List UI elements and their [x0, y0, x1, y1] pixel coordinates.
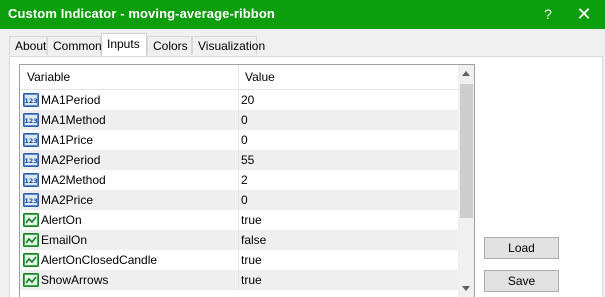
variable-value[interactable]: true [241, 213, 262, 227]
boolean-icon [23, 252, 39, 268]
variable-value[interactable]: false [241, 233, 266, 247]
table-row[interactable]: 123 MA1Method 0 [20, 110, 458, 130]
value-column-header[interactable]: Value [245, 70, 275, 84]
window-title: Custom Indicator - moving-average-ribbon [8, 6, 275, 21]
svg-text:123: 123 [24, 137, 38, 145]
tab-visualization[interactable]: Visualization [192, 36, 265, 55]
table-row[interactable]: 123 MA1Period 20 [20, 90, 458, 110]
svg-text:123: 123 [24, 177, 38, 185]
row-divider [238, 90, 239, 110]
table-row[interactable]: AlertOn true [20, 210, 458, 230]
variable-value[interactable]: true [241, 253, 262, 267]
variable-value[interactable]: 0 [241, 193, 248, 207]
table-row[interactable]: 123 MA2Price 0 [20, 190, 458, 210]
table-row[interactable]: 123 MA2Method 2 [20, 170, 458, 190]
row-divider [238, 110, 239, 130]
table-row[interactable]: EmailOn false [20, 230, 458, 250]
variable-value[interactable]: 0 [241, 133, 248, 147]
variable-value[interactable]: 2 [241, 173, 248, 187]
boolean-icon [23, 212, 39, 228]
close-button[interactable]: ✕ [563, 0, 605, 29]
svg-text:123: 123 [24, 97, 38, 105]
variable-name: MA1Period [41, 93, 101, 107]
save-button[interactable]: Save [484, 270, 559, 292]
tab-colors[interactable]: Colors [147, 36, 192, 55]
variable-name: MA2Price [41, 193, 94, 207]
row-divider [238, 190, 239, 210]
integer-icon: 123 [23, 192, 39, 208]
table-header: Variable Value [20, 65, 458, 90]
variable-name: AlertOn [41, 213, 82, 227]
vertical-scrollbar[interactable] [458, 65, 474, 297]
tab-about[interactable]: About [9, 36, 47, 55]
load-button[interactable]: Load [484, 237, 559, 259]
integer-icon: 123 [23, 92, 39, 108]
scrollbar-thumb[interactable] [460, 84, 473, 218]
tab-common[interactable]: Common [47, 36, 102, 55]
table-row[interactable]: 123 MA2Period 55 [20, 150, 458, 170]
scroll-down-arrow-icon[interactable] [462, 286, 470, 291]
row-divider [238, 150, 239, 170]
variable-name: MA2Method [41, 173, 106, 187]
row-divider [238, 130, 239, 150]
variable-name: EmailOn [41, 233, 88, 247]
variable-name: MA1Method [41, 113, 106, 127]
variable-value[interactable]: 20 [241, 93, 254, 107]
variable-name: ShowArrows [41, 273, 109, 287]
row-divider [238, 210, 239, 230]
row-divider [238, 270, 239, 290]
table-row[interactable]: AlertOnClosedCandle true [20, 250, 458, 270]
table-row[interactable]: ShowArrows true [20, 270, 458, 290]
variable-value[interactable]: 55 [241, 153, 254, 167]
tab-inputs[interactable]: Inputs [101, 33, 147, 56]
title-bar: Custom Indicator - moving-average-ribbon… [0, 0, 605, 29]
variable-name: MA1Price [41, 133, 94, 147]
row-divider [238, 250, 239, 270]
svg-text:123: 123 [24, 117, 38, 125]
integer-icon: 123 [23, 132, 39, 148]
integer-icon: 123 [23, 152, 39, 168]
svg-text:123: 123 [24, 157, 38, 165]
table-row[interactable]: 123 MA1Price 0 [20, 130, 458, 150]
variable-column-header[interactable]: Variable [27, 70, 70, 84]
svg-text:123: 123 [24, 197, 38, 205]
variable-value[interactable]: true [241, 273, 262, 287]
boolean-icon [23, 272, 39, 288]
variable-name: MA2Period [41, 153, 101, 167]
variable-name: AlertOnClosedCandle [41, 253, 158, 267]
boolean-icon [23, 232, 39, 248]
row-divider [238, 170, 239, 190]
integer-icon: 123 [23, 112, 39, 128]
column-divider[interactable] [238, 65, 239, 89]
inputs-table: Variable Value 123 MA1Period 20 123 MA1Metho… [19, 64, 475, 297]
row-divider [238, 230, 239, 250]
variable-value[interactable]: 0 [241, 113, 248, 127]
integer-icon: 123 [23, 172, 39, 188]
scroll-up-arrow-icon[interactable] [462, 71, 470, 76]
